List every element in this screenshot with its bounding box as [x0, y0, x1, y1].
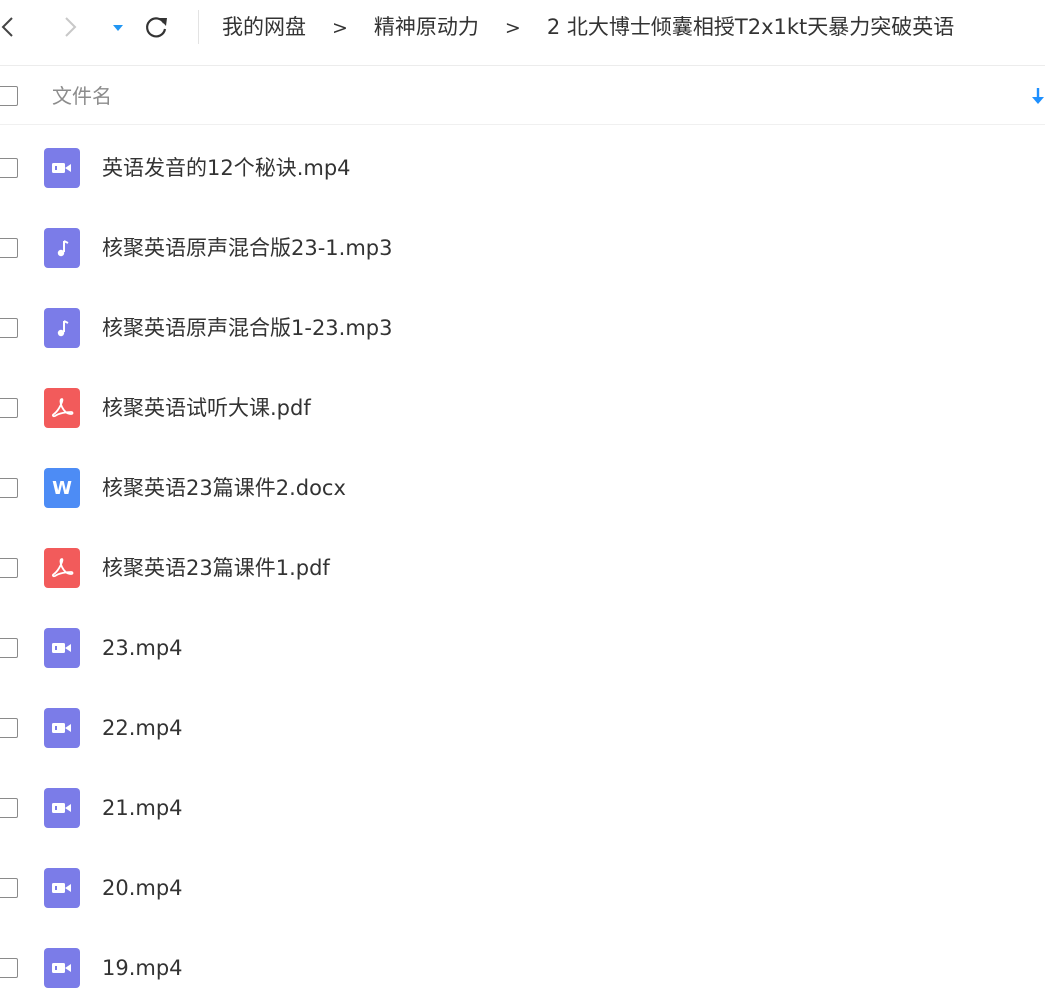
breadcrumb: 我的网盘 > 精神原动力 >2 北大博士倾囊相授T2x1kt天暴力突破英语 [222, 12, 954, 42]
forward-button[interactable] [56, 12, 84, 42]
video-file-icon [44, 868, 80, 908]
file-checkbox[interactable] [0, 958, 18, 978]
file-name[interactable]: 23.mp4 [102, 633, 183, 663]
file-row[interactable]: 21.mp4 [0, 768, 1045, 848]
chevron-left-icon [1, 17, 13, 37]
file-row[interactable]: 19.mp4 [0, 928, 1045, 1008]
file-row[interactable]: 23.mp4 [0, 608, 1045, 688]
pdf-file-icon [44, 388, 80, 428]
file-checkbox[interactable] [0, 318, 18, 338]
refresh-button[interactable] [142, 12, 170, 42]
caret-down-icon [113, 25, 123, 31]
file-name[interactable]: 核聚英语原声混合版23-1.mp3 [102, 233, 392, 263]
file-checkbox[interactable] [0, 158, 18, 178]
file-row[interactable]: W 核聚英语23篇课件2.docx [0, 448, 1045, 528]
back-button[interactable] [0, 12, 22, 42]
file-name[interactable]: 英语发音的12个秘诀.mp4 [102, 153, 351, 183]
video-file-icon [44, 708, 80, 748]
breadcrumb-item-root[interactable]: 我的网盘 [222, 12, 306, 42]
history-dropdown-button[interactable] [108, 12, 136, 42]
file-name[interactable]: 核聚英语23篇课件2.docx [102, 473, 346, 503]
file-list-header: 文件名 [0, 67, 1045, 125]
file-checkbox[interactable] [0, 478, 18, 498]
file-checkbox[interactable] [0, 398, 18, 418]
file-row[interactable]: 22.mp4 [0, 688, 1045, 768]
breadcrumb-item-current: 2 北大博士倾囊相授T2x1kt天暴力突破英语 [546, 15, 955, 39]
file-row[interactable]: 核聚英语23篇课件1.pdf [0, 528, 1045, 608]
file-name[interactable]: 20.mp4 [102, 873, 183, 903]
breadcrumb-separator: > [504, 17, 521, 39]
refresh-icon [146, 17, 167, 38]
file-row[interactable]: 核聚英语原声混合版1-23.mp3 [0, 288, 1045, 368]
file-name[interactable]: 22.mp4 [102, 713, 183, 743]
sort-button[interactable] [1030, 85, 1045, 111]
file-checkbox[interactable] [0, 718, 18, 738]
file-row[interactable]: 英语发音的12个秘诀.mp4 [0, 128, 1045, 208]
file-row[interactable]: 核聚英语试听大课.pdf [0, 368, 1045, 448]
audio-file-icon [44, 308, 80, 348]
video-file-icon [44, 628, 80, 668]
word-file-icon: W [44, 468, 80, 508]
file-checkbox[interactable] [0, 638, 18, 658]
file-name[interactable]: 21.mp4 [102, 793, 183, 823]
audio-file-icon [44, 228, 80, 268]
breadcrumb-item-folder[interactable]: 精神原动力 [374, 12, 479, 42]
file-checkbox[interactable] [0, 798, 18, 818]
file-row[interactable]: 20.mp4 [0, 848, 1045, 928]
file-row[interactable]: 核聚英语原声混合版23-1.mp3 [0, 208, 1045, 288]
file-name[interactable]: 19.mp4 [102, 953, 183, 983]
video-file-icon [44, 148, 80, 188]
chevron-right-icon [65, 17, 77, 37]
pdf-file-icon [44, 548, 80, 588]
select-all-checkbox[interactable] [0, 86, 18, 106]
sort-arrow-down-icon [1032, 88, 1044, 104]
video-file-icon [44, 788, 80, 828]
breadcrumb-separator: > [332, 17, 348, 39]
video-file-icon [44, 948, 80, 988]
toolbar-divider [198, 10, 199, 44]
toolbar: 我的网盘 > 精神原动力 >2 北大博士倾囊相授T2x1kt天暴力突破英语 [0, 0, 1045, 66]
file-checkbox[interactable] [0, 878, 18, 898]
file-checkbox[interactable] [0, 238, 18, 258]
filename-column-header[interactable]: 文件名 [52, 81, 112, 111]
file-checkbox[interactable] [0, 558, 18, 578]
file-name[interactable]: 核聚英语原声混合版1-23.mp3 [102, 313, 392, 343]
file-name[interactable]: 核聚英语23篇课件1.pdf [102, 553, 330, 583]
file-name[interactable]: 核聚英语试听大课.pdf [102, 393, 311, 423]
